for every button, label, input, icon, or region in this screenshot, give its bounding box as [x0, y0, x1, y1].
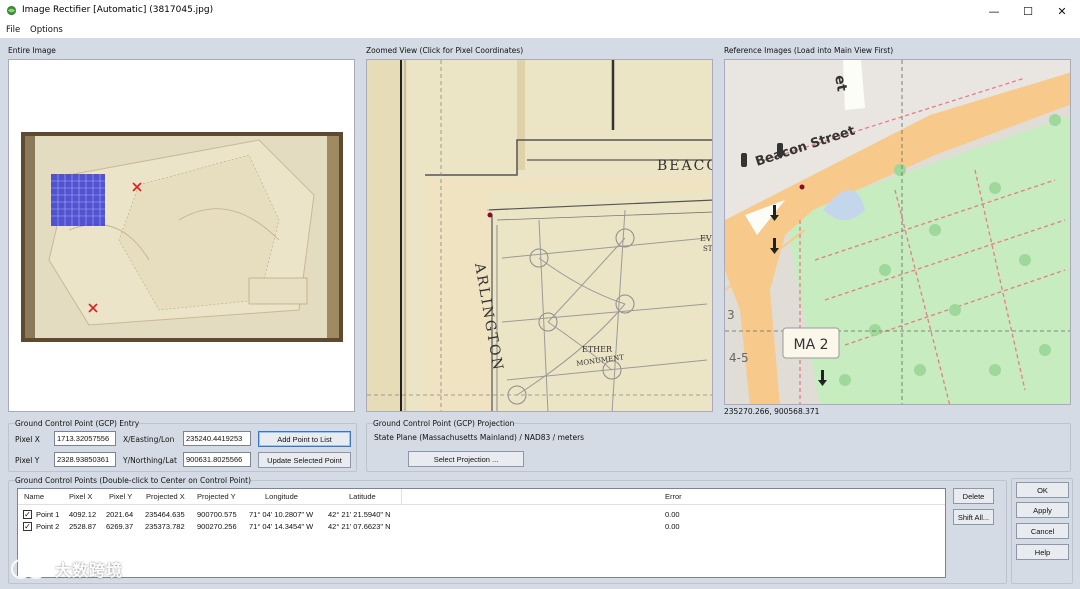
menu-file[interactable]: File: [6, 25, 20, 35]
col-projected-x[interactable]: Projected X: [146, 492, 185, 501]
col-pixel-y[interactable]: Pixel Y: [109, 492, 132, 501]
entire-image-panel[interactable]: [8, 59, 355, 412]
zoomed-view-canvas[interactable]: BEACO ARLINGTON ETHER MONUMENT EV ST: [367, 60, 713, 412]
zoom-label-st: ST: [703, 245, 713, 253]
row-1-proj-y: 900700.575: [197, 510, 237, 519]
row-2-checkbox[interactable]: ✓: [23, 522, 32, 531]
col-longitude[interactable]: Longitude: [265, 492, 298, 501]
row-1-pixel-y: 2021.64: [106, 510, 134, 519]
ref-label-4-5: 4-5: [729, 351, 749, 365]
reference-images-label: Reference Images (Load into Main View Fi…: [724, 46, 894, 55]
easting-input[interactable]: 235240.4419253: [183, 431, 251, 446]
easting-label: X/Easting/Lon: [123, 435, 175, 444]
delete-button[interactable]: Delete: [953, 488, 994, 504]
gcp-list-title: Ground Control Points (Double-click to C…: [15, 476, 252, 485]
maximize-button[interactable]: ☐: [1011, 0, 1045, 22]
zoom-label-beacon: BEACO: [657, 158, 713, 174]
col-latitude[interactable]: Latitude: [349, 492, 376, 501]
minimize-button[interactable]: —: [977, 0, 1011, 22]
watermark: 大数跨境: [10, 556, 150, 582]
row-2-name: Point 2: [36, 522, 60, 531]
pixel-x-label: Pixel X: [15, 435, 40, 444]
row-1-pixel-x: 4092.12: [69, 510, 97, 519]
col-pixel-x[interactable]: Pixel X: [69, 492, 92, 501]
help-button[interactable]: Help: [1016, 544, 1069, 560]
reference-coordinates: 235270.266, 900568.371: [724, 407, 820, 416]
row-1-latitude: 42° 21' 21.5940" N: [328, 510, 391, 519]
svg-text:MA 2: MA 2: [793, 337, 828, 353]
northing-input[interactable]: 900631.8025566: [183, 452, 251, 467]
apply-button[interactable]: Apply: [1016, 502, 1069, 518]
row-2-proj-y: 900270.256: [197, 522, 237, 531]
row-1-name: Point 1: [36, 510, 60, 519]
zoom-label-ether: ETHER: [582, 345, 613, 354]
reference-image-panel[interactable]: Beacon Street et MA 2 3 4-5: [724, 59, 1071, 405]
route-shield-ma2: MA 2: [782, 327, 840, 359]
zoomed-view-label: Zoomed View (Click for Pixel Coordinates…: [366, 46, 524, 55]
watermark-logo-icon: [11, 559, 46, 579]
row-1-proj-x: 235464.635: [145, 510, 185, 519]
menu-bar: File Options: [0, 22, 1080, 38]
row-2-pixel-x: 2528.87: [69, 522, 97, 531]
add-point-button[interactable]: Add Point to List: [258, 431, 351, 447]
row-1-checkbox[interactable]: ✓: [23, 510, 32, 519]
gcp-table[interactable]: Name Pixel X Pixel Y Projected X Project…: [17, 488, 946, 578]
gcp-projection-title: Ground Control Point (GCP) Projection: [373, 419, 515, 428]
pixel-y-input[interactable]: 2328.93850361: [54, 452, 116, 467]
watermark-text: 大数跨境: [55, 561, 124, 580]
col-projected-y[interactable]: Projected Y: [197, 492, 236, 501]
cancel-button[interactable]: Cancel: [1016, 523, 1069, 539]
row-1-longitude: 71° 04' 10.2807" W: [249, 510, 314, 519]
gcp-entry-title: Ground Control Point (GCP) Entry: [15, 419, 140, 428]
ref-label-3: 3: [727, 308, 735, 322]
row-2-error: 0.00: [665, 522, 680, 531]
projection-value: State Plane (Massachusetts Mainland) / N…: [374, 433, 585, 442]
close-button[interactable]: ✕: [1045, 0, 1079, 22]
shift-all-button[interactable]: Shift All...: [953, 509, 994, 525]
zoomed-view-panel[interactable]: BEACO ARLINGTON ETHER MONUMENT EV ST: [366, 59, 713, 412]
window-title: Image Rectifier [Automatic] (3817045.jpg…: [22, 5, 214, 15]
entire-image-canvas[interactable]: [9, 60, 355, 412]
title-bar: Image Rectifier [Automatic] (3817045.jpg…: [0, 0, 1080, 22]
menu-options[interactable]: Options: [30, 25, 63, 35]
row-2-longitude: 71° 04' 14.3454" W: [249, 522, 314, 531]
row-1-error: 0.00: [665, 510, 680, 519]
zoom-label-ev: EV: [700, 234, 712, 243]
pixel-y-label: Pixel Y: [15, 456, 40, 465]
reference-map-canvas[interactable]: Beacon Street et MA 2 3 4-5: [725, 60, 1071, 405]
northing-label: Y/Northing/Lat: [123, 456, 177, 465]
pixel-x-input[interactable]: 1713.32057556: [54, 431, 116, 446]
update-point-button[interactable]: Update Selected Point: [258, 452, 351, 468]
select-projection-button[interactable]: Select Projection ...: [408, 451, 524, 467]
row-2-proj-x: 235373.782: [145, 522, 185, 531]
table-row[interactable]: ✓ Point 2 2528.87 6269.37 235373.782 900…: [18, 520, 945, 533]
table-header: Name Pixel X Pixel Y Projected X Project…: [18, 489, 945, 505]
entire-image-label: Entire Image: [8, 46, 56, 55]
app-globe-icon: [6, 5, 17, 16]
ok-button[interactable]: OK: [1016, 482, 1069, 498]
row-2-latitude: 42° 21' 07.6623" N: [328, 522, 391, 531]
col-name[interactable]: Name: [24, 492, 44, 501]
col-error[interactable]: Error: [665, 492, 682, 501]
ref-label-et: et: [831, 74, 850, 93]
row-2-pixel-y: 6269.37: [106, 522, 134, 531]
